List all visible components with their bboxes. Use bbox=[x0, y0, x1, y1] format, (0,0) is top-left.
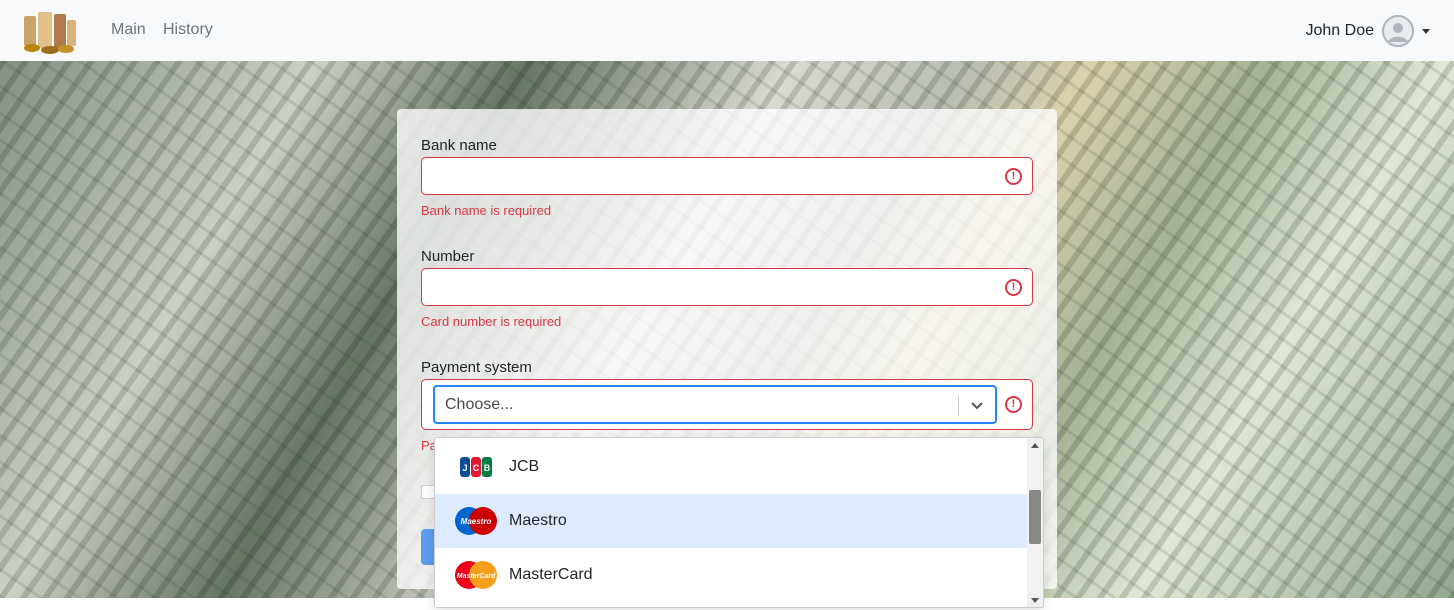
option-label: Maestro bbox=[509, 512, 567, 529]
jcb-logo-icon: J C B bbox=[460, 457, 492, 477]
nav-link-history[interactable]: History bbox=[163, 21, 213, 39]
select-separator bbox=[958, 395, 959, 415]
user-name: John Doe bbox=[1305, 22, 1375, 39]
svg-text:J: J bbox=[462, 463, 467, 473]
number-label: Number bbox=[421, 248, 475, 265]
scroll-down-arrow-icon[interactable] bbox=[1031, 598, 1039, 603]
payment-system-field: Choose... ! bbox=[421, 379, 1033, 430]
checkbox[interactable] bbox=[421, 485, 435, 499]
user-menu[interactable]: John Doe bbox=[1305, 14, 1430, 48]
svg-text:Maestro: Maestro bbox=[461, 517, 492, 526]
chevron-down-icon[interactable] bbox=[969, 397, 985, 413]
bank-name-input[interactable]: ! bbox=[421, 157, 1033, 195]
payment-system-label: Payment system bbox=[421, 359, 532, 376]
nav-link-main[interactable]: Main bbox=[111, 21, 146, 39]
option-label: MasterCard bbox=[509, 566, 593, 583]
bank-name-label: Bank name bbox=[421, 137, 497, 154]
caret-down-icon bbox=[1422, 28, 1430, 34]
menu-scrollbar[interactable] bbox=[1027, 438, 1043, 607]
scroll-up-arrow-icon[interactable] bbox=[1031, 443, 1039, 448]
navbar: Main History John Doe bbox=[0, 0, 1454, 61]
user-avatar-icon bbox=[1382, 15, 1414, 47]
error-icon: ! bbox=[1005, 168, 1022, 185]
payment-system-select[interactable]: Choose... bbox=[433, 385, 997, 424]
error-icon: ! bbox=[1005, 279, 1022, 296]
card-number-input[interactable]: ! bbox=[421, 268, 1033, 306]
error-icon: ! bbox=[1005, 396, 1022, 413]
option-maestro[interactable]: Maestro Maestro bbox=[435, 494, 1029, 548]
submit-button[interactable] bbox=[421, 529, 435, 565]
scroll-thumb[interactable] bbox=[1029, 490, 1041, 544]
svg-text:B: B bbox=[484, 463, 491, 473]
svg-text:MasterCard: MasterCard bbox=[457, 573, 496, 580]
mastercard-logo-icon: MasterCard bbox=[455, 561, 497, 589]
svg-text:C: C bbox=[473, 463, 480, 473]
card-number-error: Card number is required bbox=[421, 314, 562, 329]
option-jcb[interactable]: J C B JCB bbox=[435, 440, 1029, 494]
bank-name-error: Bank name is required bbox=[421, 203, 552, 218]
select-placeholder: Choose... bbox=[445, 396, 514, 413]
payment-system-menu: J C B JCB Maestro Maestro MasterCard Mas… bbox=[434, 437, 1044, 608]
option-mastercard[interactable]: MasterCard MasterCard bbox=[435, 548, 1029, 602]
coins-logo-icon[interactable] bbox=[20, 8, 78, 54]
option-label: JCB bbox=[509, 458, 540, 475]
maestro-logo-icon: Maestro bbox=[455, 507, 497, 535]
